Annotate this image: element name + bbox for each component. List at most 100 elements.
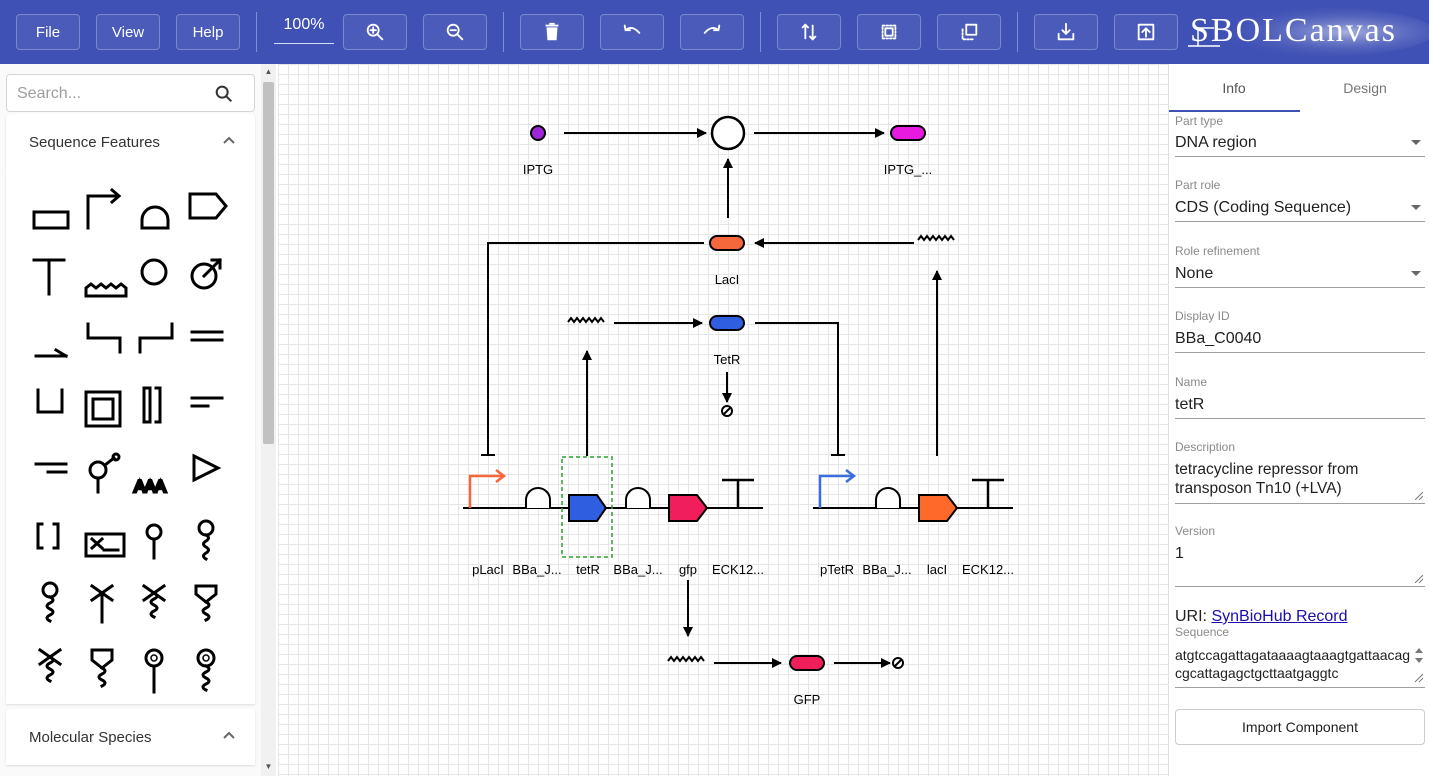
delete-button[interactable] xyxy=(520,14,584,50)
svg-text:AAA: AAA xyxy=(134,477,167,496)
laci-repression-arc[interactable] xyxy=(487,242,704,454)
tab-design[interactable]: Design xyxy=(1300,64,1429,112)
help-menu-button[interactable]: Help xyxy=(176,14,240,50)
duplicate-button[interactable] xyxy=(937,14,1001,50)
location-protein-glyph[interactable] xyxy=(26,580,78,636)
description-label: Description xyxy=(1175,440,1236,454)
molecular-species-header[interactable]: Molecular Species xyxy=(6,709,255,765)
description-value: tetracycline repressor from transposon T… xyxy=(1175,461,1359,497)
resize-handle-icon[interactable] xyxy=(1415,492,1423,500)
dropdown-arrow-icon xyxy=(1411,205,1421,210)
sequence-scroll-arrows-icon[interactable] xyxy=(1413,644,1425,684)
rbs-1-glyph[interactable] xyxy=(525,487,551,508)
overhang-right-glyph[interactable] xyxy=(182,382,234,438)
scroll-up-arrow-icon[interactable]: ▲ xyxy=(264,67,273,76)
complex-formation-node[interactable] xyxy=(710,115,746,151)
design-canvas[interactable]: IPTG IPTG_... LacI TetR pLacI BBa_J... t… xyxy=(278,64,1168,776)
signature-glyph[interactable] xyxy=(130,382,182,438)
laci-protein[interactable] xyxy=(709,235,745,251)
search-input[interactable] xyxy=(17,84,207,104)
chevron-up-icon[interactable] xyxy=(221,727,237,743)
cleavage-site-dna-glyph[interactable] xyxy=(78,580,130,636)
laci-mrna[interactable] xyxy=(917,234,955,242)
search-icon[interactable] xyxy=(213,83,235,105)
operator-glyph[interactable] xyxy=(78,250,130,306)
origin-of-transfer-glyph[interactable] xyxy=(182,250,234,306)
dna-modification-glyph[interactable] xyxy=(130,646,182,702)
download-button[interactable] xyxy=(1034,14,1098,50)
gfp-protein[interactable] xyxy=(789,655,825,671)
gfp-mrna[interactable] xyxy=(667,655,705,663)
zoom-level-input[interactable]: 100% xyxy=(274,16,334,44)
location-dna-glyph[interactable] xyxy=(130,514,182,570)
origin-glyph[interactable] xyxy=(130,250,182,306)
palette-scroll-thumb[interactable] xyxy=(263,82,274,444)
version-textarea[interactable]: 1 xyxy=(1175,545,1425,587)
zoom-out-button[interactable] xyxy=(423,14,487,50)
primer-binding-site-glyph[interactable] xyxy=(26,316,78,372)
tab-indicator xyxy=(1169,110,1300,112)
view-menu-button[interactable]: View xyxy=(96,14,160,50)
part-role-value: CDS (Coding Sequence) xyxy=(1175,199,1352,216)
insulator-glyph[interactable] xyxy=(26,382,78,438)
no-glyph-assigned-glyph[interactable] xyxy=(78,514,130,570)
rbs-glyph[interactable] xyxy=(130,184,182,240)
overhang-left-glyph[interactable] xyxy=(26,448,78,504)
blunt-restriction-site-glyph[interactable] xyxy=(182,316,234,372)
import-component-button[interactable]: Import Component xyxy=(1175,709,1425,745)
rna-modification-glyph[interactable] xyxy=(182,646,234,702)
version-label: Version xyxy=(1175,524,1216,538)
cds-glyph[interactable] xyxy=(26,184,78,240)
display-id-field[interactable]: BBa_C0040 xyxy=(1175,330,1425,353)
sticky-end-5-glyph[interactable] xyxy=(78,316,130,372)
zoom-in-button[interactable] xyxy=(343,14,407,50)
composite-glyph[interactable] xyxy=(26,514,78,570)
sequence-features-title: Sequence Features xyxy=(29,134,160,151)
upload-button[interactable] xyxy=(1114,14,1178,50)
palette-scrollbar[interactable]: ▲ ▼ xyxy=(261,64,276,776)
part-role-select[interactable]: CDS (Coding Sequence) xyxy=(1175,199,1425,222)
redo-icon xyxy=(703,24,721,34)
role-refinement-select[interactable]: None xyxy=(1175,265,1425,288)
gene-glyph[interactable] xyxy=(182,184,234,240)
promoter-glyph[interactable] xyxy=(78,184,130,240)
terminator-glyph[interactable] xyxy=(26,250,78,306)
rbs-3-glyph[interactable] xyxy=(875,487,901,508)
triangle-glyph[interactable] xyxy=(182,448,234,504)
tetr-repression-arc[interactable] xyxy=(755,322,839,454)
tetr-cds-glyph[interactable] xyxy=(568,494,608,522)
location-rna-glyph[interactable] xyxy=(182,514,234,570)
undo-button[interactable] xyxy=(600,14,664,50)
gfp-cds-glyph[interactable] xyxy=(668,494,709,522)
sequence-features-header[interactable]: Sequence Features xyxy=(6,114,255,170)
select-box-button[interactable] xyxy=(857,14,921,50)
sticky-end-3-glyph[interactable] xyxy=(130,316,182,372)
cleavage-site-rna-glyph[interactable] xyxy=(130,580,182,636)
stability-element-glyph[interactable] xyxy=(182,580,234,636)
description-textarea[interactable]: tetracycline repressor from transposon T… xyxy=(1175,460,1425,504)
tetr-mrna[interactable] xyxy=(567,316,605,324)
laci-cds-glyph[interactable] xyxy=(918,494,959,522)
resize-handle-icon[interactable] xyxy=(1415,575,1423,583)
aptamer-glyph[interactable] xyxy=(78,448,130,504)
file-menu-button[interactable]: File xyxy=(16,14,80,50)
cleavage-site-protein-glyph[interactable] xyxy=(26,646,78,702)
properties-panel: Info Design Part type DNA region Part ro… xyxy=(1168,64,1429,776)
flip-button[interactable] xyxy=(777,14,841,50)
iptg-laci-complex[interactable] xyxy=(890,125,926,141)
assembly-scar-glyph[interactable] xyxy=(78,382,130,438)
part-type-select[interactable]: DNA region xyxy=(1175,134,1425,157)
redo-button[interactable] xyxy=(680,14,744,50)
iptg-small-molecule[interactable] xyxy=(530,125,546,141)
tetr-protein[interactable] xyxy=(709,315,745,331)
scroll-down-arrow-icon[interactable]: ▼ xyxy=(264,762,273,771)
toolbar-divider xyxy=(1017,12,1018,52)
rbs-2-glyph[interactable] xyxy=(625,487,651,508)
poly-a-glyph[interactable]: AAA xyxy=(130,448,182,504)
toolbar-divider xyxy=(503,12,504,52)
tab-info[interactable]: Info xyxy=(1169,64,1299,112)
chevron-up-icon[interactable] xyxy=(221,132,237,148)
synbiohub-record-link[interactable]: SynBioHub Record xyxy=(1211,608,1347,625)
name-field[interactable]: tetR xyxy=(1175,396,1425,419)
protein-stability-element-glyph[interactable] xyxy=(78,646,130,702)
